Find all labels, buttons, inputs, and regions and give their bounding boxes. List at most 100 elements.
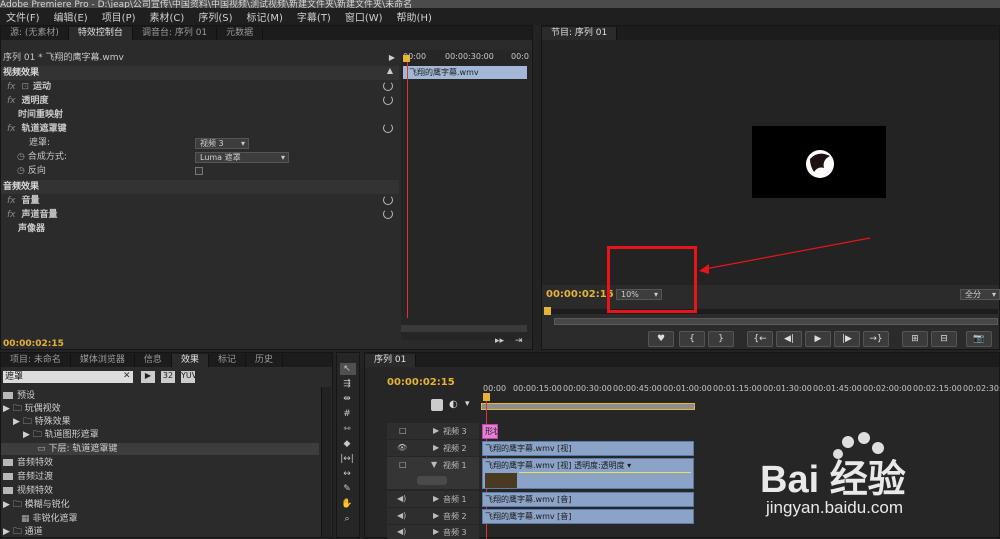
fx-icon[interactable]: fx <box>7 196 16 206</box>
track-expand-icon[interactable]: ▶ <box>433 494 439 503</box>
export-icon[interactable]: ⇥ <box>515 336 523 346</box>
rolling-edit-tool-icon[interactable]: # <box>340 408 354 420</box>
speaker-icon[interactable]: ◀) <box>397 511 406 520</box>
ripple-edit-tool-icon[interactable]: ⇹ <box>340 393 354 405</box>
list-item-selected[interactable]: ▭ 下层: 轨道遮罩键 <box>1 443 319 455</box>
menu-file[interactable]: 文件(F) <box>0 9 48 24</box>
track-collapse-icon[interactable]: ▼ <box>431 460 437 469</box>
audio2-clip[interactable]: 飞翔的鹰字幕.wmv [音] <box>482 509 694 524</box>
list-item[interactable]: ▶ 🗀 通道 <box>1 526 43 538</box>
yuv-effects-icon[interactable]: YUV <box>181 371 197 383</box>
zoom-tool-icon[interactable]: ⌕ <box>340 513 354 525</box>
effect-row-channel-volume[interactable]: fx 声道音量 <box>1 208 399 222</box>
mini-playhead[interactable] <box>407 58 408 318</box>
track-header-audio3[interactable]: ◀) ▶ 音频 3 <box>387 525 479 539</box>
timeline-ruler[interactable]: 00:00 00:00:15:00 00:00:30:00 00:00:45:0… <box>481 381 1000 410</box>
razor-tool-icon[interactable]: ◆ <box>340 438 354 450</box>
reset-icon[interactable] <box>383 81 393 91</box>
selection-tool-icon[interactable]: ↖ <box>340 363 354 375</box>
list-item[interactable]: ▶ 🗀 轨道图形遮罩 <box>1 429 99 441</box>
track-header-video3[interactable]: □ ▶ 视频 3 <box>387 423 479 439</box>
hand-tool-icon[interactable]: ✋ <box>340 498 354 510</box>
effect-row-opacity[interactable]: fx 透明度 <box>1 94 399 108</box>
accelerated-effects-icon[interactable]: ▶ <box>141 371 155 383</box>
menu-help[interactable]: 帮助(H) <box>391 9 440 24</box>
menu-title[interactable]: 字幕(T) <box>291 9 339 24</box>
effects-scrollbar[interactable] <box>321 387 331 537</box>
mini-scrollbar[interactable] <box>401 325 527 332</box>
fx-icon[interactable]: fx <box>7 82 16 92</box>
stopwatch-icon[interactable]: ◷ <box>17 152 25 162</box>
32bit-effects-icon[interactable]: 32 <box>161 371 175 383</box>
program-playhead-handle[interactable] <box>544 307 551 315</box>
effect-row-track-matte[interactable]: fx 轨道遮罩键 <box>1 122 399 136</box>
fx-icon[interactable]: fx <box>7 210 16 220</box>
stopwatch-icon[interactable]: ◷ <box>17 166 25 176</box>
reset-icon[interactable] <box>383 209 393 219</box>
slide-tool-icon[interactable]: ↔ <box>340 468 354 480</box>
step-back-button[interactable]: ◀| <box>776 331 802 347</box>
expand-arrow-icon[interactable]: ▶ <box>389 53 395 62</box>
track-select-tool-icon[interactable]: ⇶ <box>340 378 354 390</box>
collapse-arrow-icon[interactable]: ▲ <box>387 66 393 75</box>
list-item[interactable]: 音频过渡 <box>1 471 53 483</box>
reset-icon[interactable] <box>383 195 393 205</box>
tab-markers[interactable]: 标记 <box>209 354 246 367</box>
go-to-out-button[interactable]: →} <box>863 331 889 347</box>
speaker-icon[interactable]: ◀) <box>397 494 406 503</box>
list-item[interactable]: 预设 <box>1 390 35 402</box>
video1-clip[interactable]: 飞翔的鹰字幕.wmv [视] 透明度:透明度 ▾ <box>482 458 694 489</box>
effect-row-time-remap[interactable]: 时间重映射 <box>1 108 399 122</box>
render-icon[interactable]: ▸▸ <box>495 336 504 346</box>
track-expand-icon[interactable]: ▶ <box>433 426 439 435</box>
fit-dropdown[interactable]: 全分 <box>960 289 1000 300</box>
list-item[interactable]: ▶ 🗀 玩偶视效 <box>1 403 61 415</box>
tab-effect-controls[interactable]: 特效控制台 <box>68 27 133 40</box>
track-expand-icon[interactable]: ▶ <box>433 511 439 520</box>
tab-history[interactable]: 历史 <box>246 354 283 367</box>
tab-source[interactable]: 源: (无素材) <box>1 27 69 40</box>
program-scrollbar[interactable] <box>554 318 998 325</box>
tab-media-browser[interactable]: 媒体浏览器 <box>71 354 135 367</box>
tab-sequence[interactable]: 序列 01 <box>365 354 417 367</box>
fx-icon[interactable]: fx <box>7 96 16 106</box>
list-item[interactable]: 视频特效 <box>1 485 53 497</box>
effect-row-panner[interactable]: 声像器 <box>1 222 399 236</box>
audio1-clip[interactable]: 飞翔的鹰字幕.wmv [音] <box>482 492 694 507</box>
tab-program[interactable]: 节目: 序列 01 <box>542 27 618 40</box>
timeline-playhead-handle[interactable] <box>483 393 490 401</box>
menu-project[interactable]: 项目(P) <box>96 9 144 24</box>
list-item[interactable]: ▶ 🗀 模糊与锐化 <box>1 499 70 511</box>
reset-icon[interactable] <box>383 95 393 105</box>
composite-dropdown[interactable]: Luma 遮罩 <box>195 152 289 163</box>
mark-out-button[interactable]: } <box>708 331 734 347</box>
extract-button[interactable]: ⊟ <box>931 331 957 347</box>
eye-icon[interactable]: 👁 <box>397 443 407 452</box>
tab-effects[interactable]: 效果 <box>171 354 209 367</box>
opacity-rubberband[interactable] <box>519 472 691 473</box>
effect-row-motion[interactable]: fx ⊡ 运动 <box>1 80 399 94</box>
lift-button[interactable]: ⊞ <box>902 331 928 347</box>
tab-audio-mixer[interactable]: 调音台: 序列 01 <box>133 27 218 40</box>
speaker-icon[interactable]: ◀) <box>397 527 406 536</box>
mini-playhead-handle[interactable] <box>403 55 410 62</box>
tab-project[interactable]: 项目: 未命名 <box>1 354 71 367</box>
reset-icon[interactable] <box>383 123 393 133</box>
track-header-video1[interactable]: □ ▼ 视频 1 <box>387 457 479 489</box>
work-area-bar[interactable] <box>481 403 695 410</box>
add-marker-icon[interactable]: ▾ <box>465 399 470 409</box>
menu-clip[interactable]: 素材(C) <box>144 9 193 24</box>
export-frame-button[interactable]: 📷 <box>966 331 992 347</box>
effect-row-volume[interactable]: fx 音量 <box>1 194 399 208</box>
eye-toggle-icon[interactable]: □ <box>399 460 407 469</box>
motion-transform-icon[interactable]: ⊡ <box>22 82 30 92</box>
go-to-in-button[interactable]: {← <box>747 331 773 347</box>
tab-info[interactable]: 信息 <box>135 354 172 367</box>
track-expand-icon[interactable]: ▶ <box>433 527 439 536</box>
add-marker-button[interactable]: ♥ <box>648 331 674 347</box>
play-button[interactable]: ▶ <box>805 331 831 347</box>
track-header-audio2[interactable]: ◀) ▶ 音频 2 <box>387 508 479 524</box>
clear-search-icon[interactable]: ✕ <box>123 371 131 381</box>
pen-tool-icon[interactable]: ✎ <box>340 483 354 495</box>
mini-clip[interactable]: 飞翔的鹰字幕.wmv <box>403 66 527 79</box>
